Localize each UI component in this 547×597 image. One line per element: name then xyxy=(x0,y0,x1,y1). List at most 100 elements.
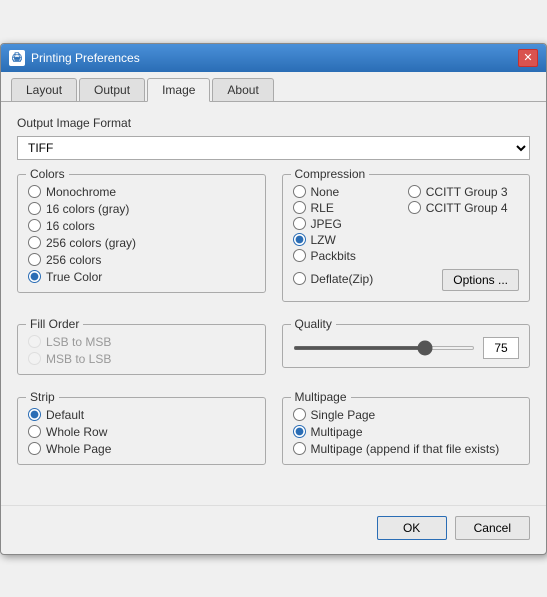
quality-group: Quality 75 xyxy=(282,324,531,368)
comp-packbits: Packbits xyxy=(293,249,404,263)
color-256gray-radio[interactable] xyxy=(28,236,41,249)
color-monochrome-radio[interactable] xyxy=(28,185,41,198)
comp-ccitt3-radio[interactable] xyxy=(408,185,421,198)
colors-column: Colors Monochrome 16 colors (gray) 16 xyxy=(17,174,266,312)
comp-lzw-radio[interactable] xyxy=(293,233,306,246)
color-256gray-label: 256 colors (gray) xyxy=(46,236,136,250)
quality-row: 75 xyxy=(293,337,520,359)
multipage-multi-label: Multipage xyxy=(311,425,363,439)
tab-image[interactable]: Image xyxy=(147,78,210,102)
color-16-radio[interactable] xyxy=(28,219,41,232)
title-bar-left: 🖨 Printing Preferences xyxy=(9,50,140,66)
strip-column: Strip Default Whole Row Whole Page xyxy=(17,397,266,475)
comp-ccitt4-label: CCITT Group 4 xyxy=(426,201,508,215)
cancel-button[interactable]: Cancel xyxy=(455,516,530,540)
fill-msb-lsb-radio[interactable] xyxy=(28,352,41,365)
window-title: Printing Preferences xyxy=(31,51,140,65)
color-monochrome-label: Monochrome xyxy=(46,185,116,199)
comp-ccitt4-radio[interactable] xyxy=(408,201,421,214)
multipage-append: Multipage (append if that file exists) xyxy=(293,442,520,456)
quality-slider-container xyxy=(293,346,476,350)
strip-whole-page: Whole Page xyxy=(28,442,255,456)
comp-deflate-label: Deflate(Zip) xyxy=(311,272,374,286)
strip-radio-group: Default Whole Row Whole Page xyxy=(28,408,255,456)
color-16gray-radio[interactable] xyxy=(28,202,41,215)
compression-grid: None CCITT Group 3 RLE CCITT Group xyxy=(293,185,520,293)
multipage-single-label: Single Page xyxy=(311,408,376,422)
color-256: 256 colors xyxy=(28,253,255,267)
strip-default-label: Default xyxy=(46,408,84,422)
multipage-single-radio[interactable] xyxy=(293,408,306,421)
strip-whole-row-radio[interactable] xyxy=(28,425,41,438)
multipage-group: Multipage Single Page Multipage Multi xyxy=(282,397,531,465)
printing-preferences-window: 🖨 Printing Preferences ✕ Layout Output I… xyxy=(0,43,547,555)
comp-jpeg-radio[interactable] xyxy=(293,217,306,230)
strip-label: Strip xyxy=(26,390,59,404)
comp-ccitt4: CCITT Group 4 xyxy=(408,201,519,215)
quality-slider[interactable] xyxy=(293,346,476,350)
fill-lsb-msb-radio[interactable] xyxy=(28,335,41,348)
strip-default: Default xyxy=(28,408,255,422)
title-bar: 🖨 Printing Preferences ✕ xyxy=(1,44,546,72)
comp-lzw: LZW xyxy=(293,233,404,247)
color-true-label: True Color xyxy=(46,270,102,284)
multipage-append-radio[interactable] xyxy=(293,442,306,455)
strip-whole-page-label: Whole Page xyxy=(46,442,111,456)
ok-button[interactable]: OK xyxy=(377,516,447,540)
output-image-format-section: Output Image Format TIFF PNG JPEG BMP xyxy=(17,116,530,160)
multipage-radio-group: Single Page Multipage Multipage (append … xyxy=(293,408,520,456)
quality-label: Quality xyxy=(291,317,336,331)
output-image-format-label: Output Image Format xyxy=(17,116,530,130)
comp-jpeg-label: JPEG xyxy=(311,217,342,231)
comp-deflate-radio[interactable] xyxy=(293,272,306,285)
color-true: True Color xyxy=(28,270,255,284)
close-button[interactable]: ✕ xyxy=(518,49,538,67)
color-monochrome: Monochrome xyxy=(28,185,255,199)
quality-column: Quality 75 xyxy=(282,324,531,385)
multipage-label: Multipage xyxy=(291,390,351,404)
comp-rle-label: RLE xyxy=(311,201,334,215)
multipage-column: Multipage Single Page Multipage Multi xyxy=(282,397,531,475)
comp-rle-radio[interactable] xyxy=(293,201,306,214)
tab-layout[interactable]: Layout xyxy=(11,78,77,101)
fill-order-group: Fill Order LSB to MSB MSB to LSB xyxy=(17,324,266,375)
comp-none-radio[interactable] xyxy=(293,185,306,198)
color-16gray-label: 16 colors (gray) xyxy=(46,202,129,216)
compression-label: Compression xyxy=(291,167,370,181)
comp-ccitt3: CCITT Group 3 xyxy=(408,185,519,199)
fill-msb-lsb-label: MSB to LSB xyxy=(46,352,111,366)
colors-label: Colors xyxy=(26,167,69,181)
comp-deflate: Deflate(Zip) xyxy=(293,265,404,293)
tab-bar: Layout Output Image About xyxy=(1,72,546,102)
comp-lzw-label: LZW xyxy=(311,233,336,247)
fill-lsb-msb-label: LSB to MSB xyxy=(46,335,111,349)
colors-group: Colors Monochrome 16 colors (gray) 16 xyxy=(17,174,266,293)
fill-lsb-msb: LSB to MSB xyxy=(28,335,255,349)
tab-output[interactable]: Output xyxy=(79,78,145,101)
color-16gray: 16 colors (gray) xyxy=(28,202,255,216)
comp-packbits-radio[interactable] xyxy=(293,249,306,262)
color-true-radio[interactable] xyxy=(28,270,41,283)
tab-about[interactable]: About xyxy=(212,78,273,101)
color-16: 16 colors xyxy=(28,219,255,233)
comp-none-label: None xyxy=(311,185,340,199)
color-256-radio[interactable] xyxy=(28,253,41,266)
strip-default-radio[interactable] xyxy=(28,408,41,421)
fill-order-radio-group: LSB to MSB MSB to LSB xyxy=(28,335,255,366)
comp-rle: RLE xyxy=(293,201,404,215)
strip-whole-page-radio[interactable] xyxy=(28,442,41,455)
output-image-format-select[interactable]: TIFF PNG JPEG BMP xyxy=(17,136,530,160)
bottom-buttons: OK Cancel xyxy=(1,505,546,554)
strip-whole-row-label: Whole Row xyxy=(46,425,107,439)
fillorder-quality-row: Fill Order LSB to MSB MSB to LSB xyxy=(17,324,530,385)
strip-group: Strip Default Whole Row Whole Page xyxy=(17,397,266,465)
options-button[interactable]: Options ... xyxy=(442,269,519,291)
comp-jpeg: JPEG xyxy=(293,217,404,231)
color-256-label: 256 colors xyxy=(46,253,101,267)
fill-order-column: Fill Order LSB to MSB MSB to LSB xyxy=(17,324,266,385)
compression-group: Compression None CCITT Group 3 RLE xyxy=(282,174,531,302)
multipage-multi-radio[interactable] xyxy=(293,425,306,438)
fill-order-label: Fill Order xyxy=(26,317,83,331)
multipage-multi: Multipage xyxy=(293,425,520,439)
main-content: Output Image Format TIFF PNG JPEG BMP Co… xyxy=(1,102,546,501)
